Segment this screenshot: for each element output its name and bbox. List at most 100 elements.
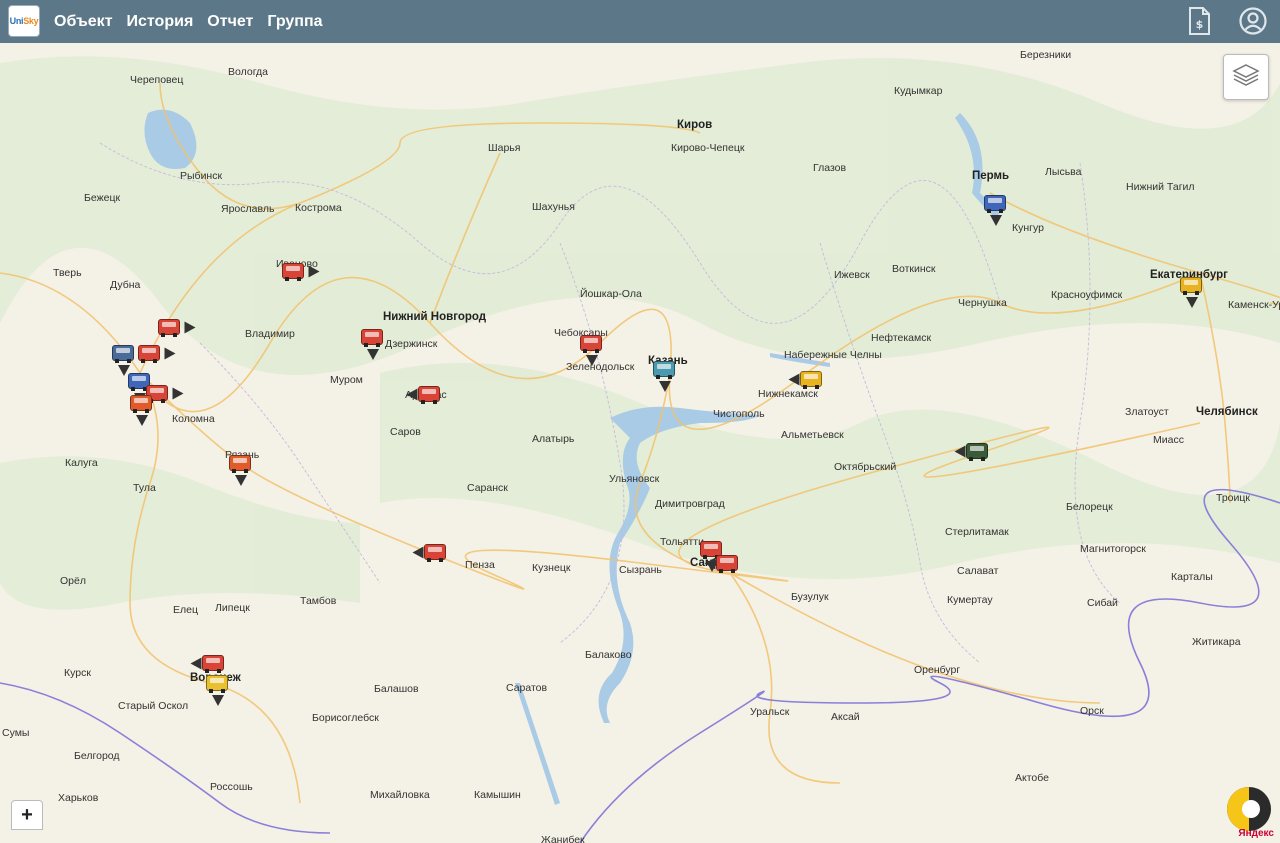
city-label: Пенза	[465, 559, 495, 571]
city-label: Красноуфимск	[1051, 289, 1123, 301]
heading-arrow-icon	[184, 321, 196, 334]
truck-icon	[282, 263, 304, 281]
city-label: Зеленодольск	[566, 361, 635, 373]
city-label: Пермь	[972, 170, 1010, 182]
city-label: Михайловка	[370, 789, 430, 801]
truck-icon	[202, 655, 224, 673]
city-label: Салават	[957, 565, 999, 577]
city-label: Белорецк	[1066, 501, 1113, 513]
main-menu: Объект История Отчет Группа	[54, 0, 323, 43]
truck-icon	[206, 675, 228, 693]
city-label: Златоуст	[1125, 406, 1169, 418]
city-label: Алатырь	[532, 433, 575, 445]
vehicle-marker[interactable]	[984, 193, 1010, 226]
city-label: Шахунья	[532, 201, 575, 213]
vehicle-marker[interactable]	[788, 369, 826, 391]
invoice-dollar-icon[interactable]: $	[1184, 6, 1214, 36]
heading-arrow-icon	[704, 557, 716, 570]
vehicle-marker[interactable]	[206, 673, 232, 706]
heading-arrow-icon	[164, 347, 176, 360]
city-label: Кирово-Чепецк	[671, 142, 745, 154]
city-label: Каменск-Уральский	[1228, 299, 1280, 311]
vehicle-marker[interactable]	[112, 343, 138, 376]
app-logo[interactable]: Uni Sky	[8, 5, 40, 37]
vehicle-marker[interactable]	[361, 327, 387, 360]
nav-history[interactable]: История	[127, 13, 194, 31]
map-attribution[interactable]: Яндекс	[1238, 828, 1274, 839]
city-label: Шарья	[488, 142, 521, 154]
city-label: Бузулук	[791, 591, 829, 603]
city-label: Старый Оскол	[118, 700, 189, 712]
city-label: Муром	[330, 374, 363, 386]
city-label: Саров	[390, 426, 421, 438]
city-label: Саратов	[506, 682, 548, 694]
vehicle-marker[interactable]	[138, 343, 176, 365]
truck-icon	[1180, 277, 1202, 295]
heading-arrow-icon	[1186, 297, 1198, 308]
heading-arrow-icon	[172, 387, 184, 400]
logo-text-uni: Uni	[9, 16, 24, 26]
nav-group[interactable]: Группа	[267, 13, 322, 31]
heading-arrow-icon	[190, 657, 202, 670]
city-label: Набережные Челны	[784, 349, 882, 361]
city-label: Камышин	[474, 789, 521, 801]
vehicle-marker[interactable]	[190, 653, 228, 675]
city-label: Кузнецк	[532, 562, 571, 574]
zoom-in-button[interactable]: +	[11, 800, 43, 830]
truck-icon	[361, 329, 383, 347]
city-label: Магнитогорск	[1080, 543, 1146, 555]
truck-icon	[966, 443, 988, 461]
city-label: Чистополь	[713, 408, 765, 420]
truck-icon	[112, 345, 134, 363]
city-label: Октябрьский	[834, 461, 897, 473]
city-label: Россошь	[210, 781, 253, 793]
truck-icon	[418, 386, 440, 404]
heading-arrow-icon	[406, 388, 418, 401]
vehicle-marker[interactable]	[704, 553, 742, 575]
nav-object[interactable]: Объект	[54, 13, 113, 31]
truck-icon	[653, 361, 675, 379]
city-label: Калуга	[65, 457, 98, 469]
map-canvas[interactable]: Череповец Вологда Рыбинск Бежецк Ярославль Ко…	[0, 43, 1280, 843]
city-label: Житикара	[1192, 636, 1241, 648]
user-account-icon[interactable]	[1238, 6, 1268, 36]
vehicle-marker[interactable]	[653, 359, 679, 392]
city-label: Актобе	[1015, 772, 1049, 784]
heading-arrow-icon	[136, 415, 148, 426]
city-label: Нефтекамск	[871, 332, 932, 344]
city-label: Тула	[133, 482, 156, 494]
vehicle-marker[interactable]	[158, 317, 196, 339]
city-label: Сызрань	[619, 564, 662, 576]
city-label: Тамбов	[300, 595, 337, 607]
vehicle-marker[interactable]	[954, 441, 992, 463]
city-label: Нижний Новгород	[383, 311, 487, 323]
heading-arrow-icon	[990, 215, 1002, 226]
city-label: Харьков	[58, 792, 99, 804]
vehicle-marker[interactable]	[580, 333, 606, 366]
truck-icon	[229, 455, 251, 473]
city-label: Кунгур	[1012, 222, 1044, 234]
city-label: Кудымкар	[894, 85, 943, 97]
heading-arrow-icon	[586, 355, 598, 366]
city-label: Дзержинск	[385, 338, 438, 350]
logo-text-sky: Sky	[23, 16, 39, 26]
vehicle-marker[interactable]	[229, 453, 255, 486]
truck-icon	[800, 371, 822, 389]
layers-button[interactable]	[1223, 54, 1269, 100]
vehicle-marker[interactable]	[1180, 275, 1206, 308]
heading-arrow-icon	[412, 546, 424, 559]
vehicle-marker[interactable]	[412, 542, 450, 564]
city-label: Киров	[677, 119, 713, 131]
city-label: Рыбинск	[180, 170, 223, 182]
vehicle-marker[interactable]	[406, 384, 444, 406]
vehicle-marker[interactable]	[130, 393, 156, 426]
nav-report[interactable]: Отчет	[207, 13, 253, 31]
city-label: Димитровград	[655, 498, 725, 510]
city-label: Оренбург	[914, 664, 961, 676]
city-label: Тверь	[53, 267, 82, 279]
city-label: Елец	[173, 604, 198, 616]
vehicle-marker[interactable]	[282, 261, 320, 283]
city-label: Сибай	[1087, 597, 1118, 609]
top-navigation-bar: Uni Sky Объект История Отчет Группа $	[0, 0, 1280, 43]
city-label: Йошкар-Ола	[580, 288, 642, 300]
